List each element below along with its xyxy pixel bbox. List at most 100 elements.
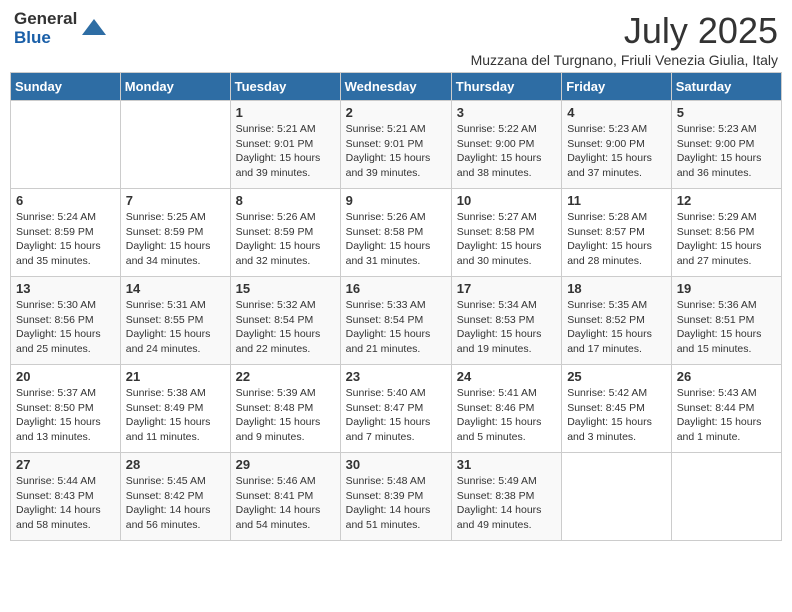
calendar-day-cell: 10 Sunrise: 5:27 AM Sunset: 8:58 PM Dayli… bbox=[451, 189, 561, 277]
day-number: 23 bbox=[346, 369, 446, 384]
day-info: Sunrise: 5:23 AM Sunset: 9:00 PM Dayligh… bbox=[677, 122, 776, 181]
day-header-monday: Monday bbox=[120, 73, 230, 101]
day-number: 18 bbox=[567, 281, 666, 296]
calendar-day-cell: 18 Sunrise: 5:35 AM Sunset: 8:52 PM Dayli… bbox=[562, 277, 672, 365]
calendar-week-row: 27 Sunrise: 5:44 AM Sunset: 8:43 PM Dayli… bbox=[11, 453, 782, 541]
day-number: 7 bbox=[126, 193, 225, 208]
calendar-day-cell bbox=[11, 101, 121, 189]
calendar-day-cell: 31 Sunrise: 5:49 AM Sunset: 8:38 PM Dayli… bbox=[451, 453, 561, 541]
calendar-day-cell: 4 Sunrise: 5:23 AM Sunset: 9:00 PM Daylig… bbox=[562, 101, 672, 189]
day-number: 11 bbox=[567, 193, 666, 208]
calendar-day-cell: 30 Sunrise: 5:48 AM Sunset: 8:39 PM Dayli… bbox=[340, 453, 451, 541]
calendar-day-cell: 5Sunrise: 5:23 AM Sunset: 9:00 PM Daylig… bbox=[671, 101, 781, 189]
calendar-day-cell bbox=[671, 453, 781, 541]
calendar-day-cell: 21 Sunrise: 5:38 AM Sunset: 8:49 PM Dayli… bbox=[120, 365, 230, 453]
day-info: Sunrise: 5:22 AM Sunset: 9:00 PM Dayligh… bbox=[457, 122, 556, 181]
day-info: Sunrise: 5:40 AM Sunset: 8:47 PM Dayligh… bbox=[346, 386, 446, 445]
day-info: Sunrise: 5:42 AM Sunset: 8:45 PM Dayligh… bbox=[567, 386, 666, 445]
day-info: Sunrise: 5:31 AM Sunset: 8:55 PM Dayligh… bbox=[126, 298, 225, 357]
calendar-week-row: 1 Sunrise: 5:21 AM Sunset: 9:01 PM Daylig… bbox=[11, 101, 782, 189]
day-header-tuesday: Tuesday bbox=[230, 73, 340, 101]
calendar-day-cell: 7Sunrise: 5:25 AM Sunset: 8:59 PM Daylig… bbox=[120, 189, 230, 277]
day-number: 30 bbox=[346, 457, 446, 472]
day-number: 12 bbox=[677, 193, 776, 208]
day-info: Sunrise: 5:43 AM Sunset: 8:44 PM Dayligh… bbox=[677, 386, 776, 445]
calendar-day-cell: 16 Sunrise: 5:33 AM Sunset: 8:54 PM Dayli… bbox=[340, 277, 451, 365]
calendar-day-cell: 26 Sunrise: 5:43 AM Sunset: 8:44 PM Dayli… bbox=[671, 365, 781, 453]
day-number: 28 bbox=[126, 457, 225, 472]
calendar-day-cell bbox=[120, 101, 230, 189]
day-header-thursday: Thursday bbox=[451, 73, 561, 101]
day-number: 6 bbox=[16, 193, 115, 208]
day-info: Sunrise: 5:41 AM Sunset: 8:46 PM Dayligh… bbox=[457, 386, 556, 445]
day-number: 31 bbox=[457, 457, 556, 472]
location-text: Muzzana del Turgnano, Friuli Venezia Giu… bbox=[471, 52, 778, 68]
day-info: Sunrise: 5:30 AM Sunset: 8:56 PM Dayligh… bbox=[16, 298, 115, 357]
calendar-header-row: SundayMondayTuesdayWednesdayThursdayFrid… bbox=[11, 73, 782, 101]
day-number: 24 bbox=[457, 369, 556, 384]
day-number: 2 bbox=[346, 105, 446, 120]
month-title: July 2025 bbox=[471, 10, 778, 52]
day-info: Sunrise: 5:32 AM Sunset: 8:54 PM Dayligh… bbox=[236, 298, 335, 357]
calendar-day-cell: 3 Sunrise: 5:22 AM Sunset: 9:00 PM Daylig… bbox=[451, 101, 561, 189]
calendar-day-cell: 1 Sunrise: 5:21 AM Sunset: 9:01 PM Daylig… bbox=[230, 101, 340, 189]
calendar-week-row: 20Sunrise: 5:37 AM Sunset: 8:50 PM Dayli… bbox=[11, 365, 782, 453]
day-info: Sunrise: 5:35 AM Sunset: 8:52 PM Dayligh… bbox=[567, 298, 666, 357]
day-header-sunday: Sunday bbox=[11, 73, 121, 101]
calendar-day-cell: 24 Sunrise: 5:41 AM Sunset: 8:46 PM Dayli… bbox=[451, 365, 561, 453]
calendar-day-cell: 9Sunrise: 5:26 AM Sunset: 8:58 PM Daylig… bbox=[340, 189, 451, 277]
day-info: Sunrise: 5:26 AM Sunset: 8:58 PM Dayligh… bbox=[346, 210, 446, 269]
day-info: Sunrise: 5:24 AM Sunset: 8:59 PM Dayligh… bbox=[16, 210, 115, 269]
day-number: 4 bbox=[567, 105, 666, 120]
title-block: July 2025 Muzzana del Turgnano, Friuli V… bbox=[471, 10, 778, 68]
calendar-day-cell: 11Sunrise: 5:28 AM Sunset: 8:57 PM Dayli… bbox=[562, 189, 672, 277]
day-number: 10 bbox=[457, 193, 556, 208]
calendar-week-row: 13Sunrise: 5:30 AM Sunset: 8:56 PM Dayli… bbox=[11, 277, 782, 365]
calendar-day-cell: 13Sunrise: 5:30 AM Sunset: 8:56 PM Dayli… bbox=[11, 277, 121, 365]
calendar-day-cell: 28 Sunrise: 5:45 AM Sunset: 8:42 PM Dayli… bbox=[120, 453, 230, 541]
calendar-day-cell: 22 Sunrise: 5:39 AM Sunset: 8:48 PM Dayli… bbox=[230, 365, 340, 453]
logo-general-text: General bbox=[14, 10, 77, 29]
day-number: 17 bbox=[457, 281, 556, 296]
day-number: 15 bbox=[236, 281, 335, 296]
day-info: Sunrise: 5:38 AM Sunset: 8:49 PM Dayligh… bbox=[126, 386, 225, 445]
day-info: Sunrise: 5:27 AM Sunset: 8:58 PM Dayligh… bbox=[457, 210, 556, 269]
day-info: Sunrise: 5:26 AM Sunset: 8:59 PM Dayligh… bbox=[236, 210, 335, 269]
day-info: Sunrise: 5:46 AM Sunset: 8:41 PM Dayligh… bbox=[236, 474, 335, 533]
day-info: Sunrise: 5:36 AM Sunset: 8:51 PM Dayligh… bbox=[677, 298, 776, 357]
day-info: Sunrise: 5:48 AM Sunset: 8:39 PM Dayligh… bbox=[346, 474, 446, 533]
day-info: Sunrise: 5:33 AM Sunset: 8:54 PM Dayligh… bbox=[346, 298, 446, 357]
day-number: 8 bbox=[236, 193, 335, 208]
calendar-table: SundayMondayTuesdayWednesdayThursdayFrid… bbox=[10, 72, 782, 541]
calendar-day-cell: 29 Sunrise: 5:46 AM Sunset: 8:41 PM Dayli… bbox=[230, 453, 340, 541]
day-number: 27 bbox=[16, 457, 115, 472]
day-info: Sunrise: 5:21 AM Sunset: 9:01 PM Dayligh… bbox=[236, 122, 335, 181]
day-number: 14 bbox=[126, 281, 225, 296]
page-header: General Blue July 2025 Muzzana del Turgn… bbox=[10, 10, 782, 68]
day-header-friday: Friday bbox=[562, 73, 672, 101]
calendar-day-cell: 27 Sunrise: 5:44 AM Sunset: 8:43 PM Dayli… bbox=[11, 453, 121, 541]
day-number: 16 bbox=[346, 281, 446, 296]
day-info: Sunrise: 5:23 AM Sunset: 9:00 PM Dayligh… bbox=[567, 122, 666, 181]
day-number: 1 bbox=[236, 105, 335, 120]
day-info: Sunrise: 5:45 AM Sunset: 8:42 PM Dayligh… bbox=[126, 474, 225, 533]
day-number: 21 bbox=[126, 369, 225, 384]
day-info: Sunrise: 5:44 AM Sunset: 8:43 PM Dayligh… bbox=[16, 474, 115, 533]
calendar-day-cell: 23 Sunrise: 5:40 AM Sunset: 8:47 PM Dayli… bbox=[340, 365, 451, 453]
day-info: Sunrise: 5:49 AM Sunset: 8:38 PM Dayligh… bbox=[457, 474, 556, 533]
calendar-day-cell: 15 Sunrise: 5:32 AM Sunset: 8:54 PM Dayli… bbox=[230, 277, 340, 365]
calendar-day-cell: 12 Sunrise: 5:29 AM Sunset: 8:56 PM Dayli… bbox=[671, 189, 781, 277]
calendar-day-cell: 17Sunrise: 5:34 AM Sunset: 8:53 PM Dayli… bbox=[451, 277, 561, 365]
calendar-day-cell: 2Sunrise: 5:21 AM Sunset: 9:01 PM Daylig… bbox=[340, 101, 451, 189]
day-number: 29 bbox=[236, 457, 335, 472]
day-number: 19 bbox=[677, 281, 776, 296]
day-number: 3 bbox=[457, 105, 556, 120]
day-number: 22 bbox=[236, 369, 335, 384]
calendar-day-cell: 20Sunrise: 5:37 AM Sunset: 8:50 PM Dayli… bbox=[11, 365, 121, 453]
calendar-day-cell: 8 Sunrise: 5:26 AM Sunset: 8:59 PM Daylig… bbox=[230, 189, 340, 277]
day-info: Sunrise: 5:39 AM Sunset: 8:48 PM Dayligh… bbox=[236, 386, 335, 445]
day-number: 25 bbox=[567, 369, 666, 384]
day-header-wednesday: Wednesday bbox=[340, 73, 451, 101]
day-info: Sunrise: 5:29 AM Sunset: 8:56 PM Dayligh… bbox=[677, 210, 776, 269]
day-number: 26 bbox=[677, 369, 776, 384]
